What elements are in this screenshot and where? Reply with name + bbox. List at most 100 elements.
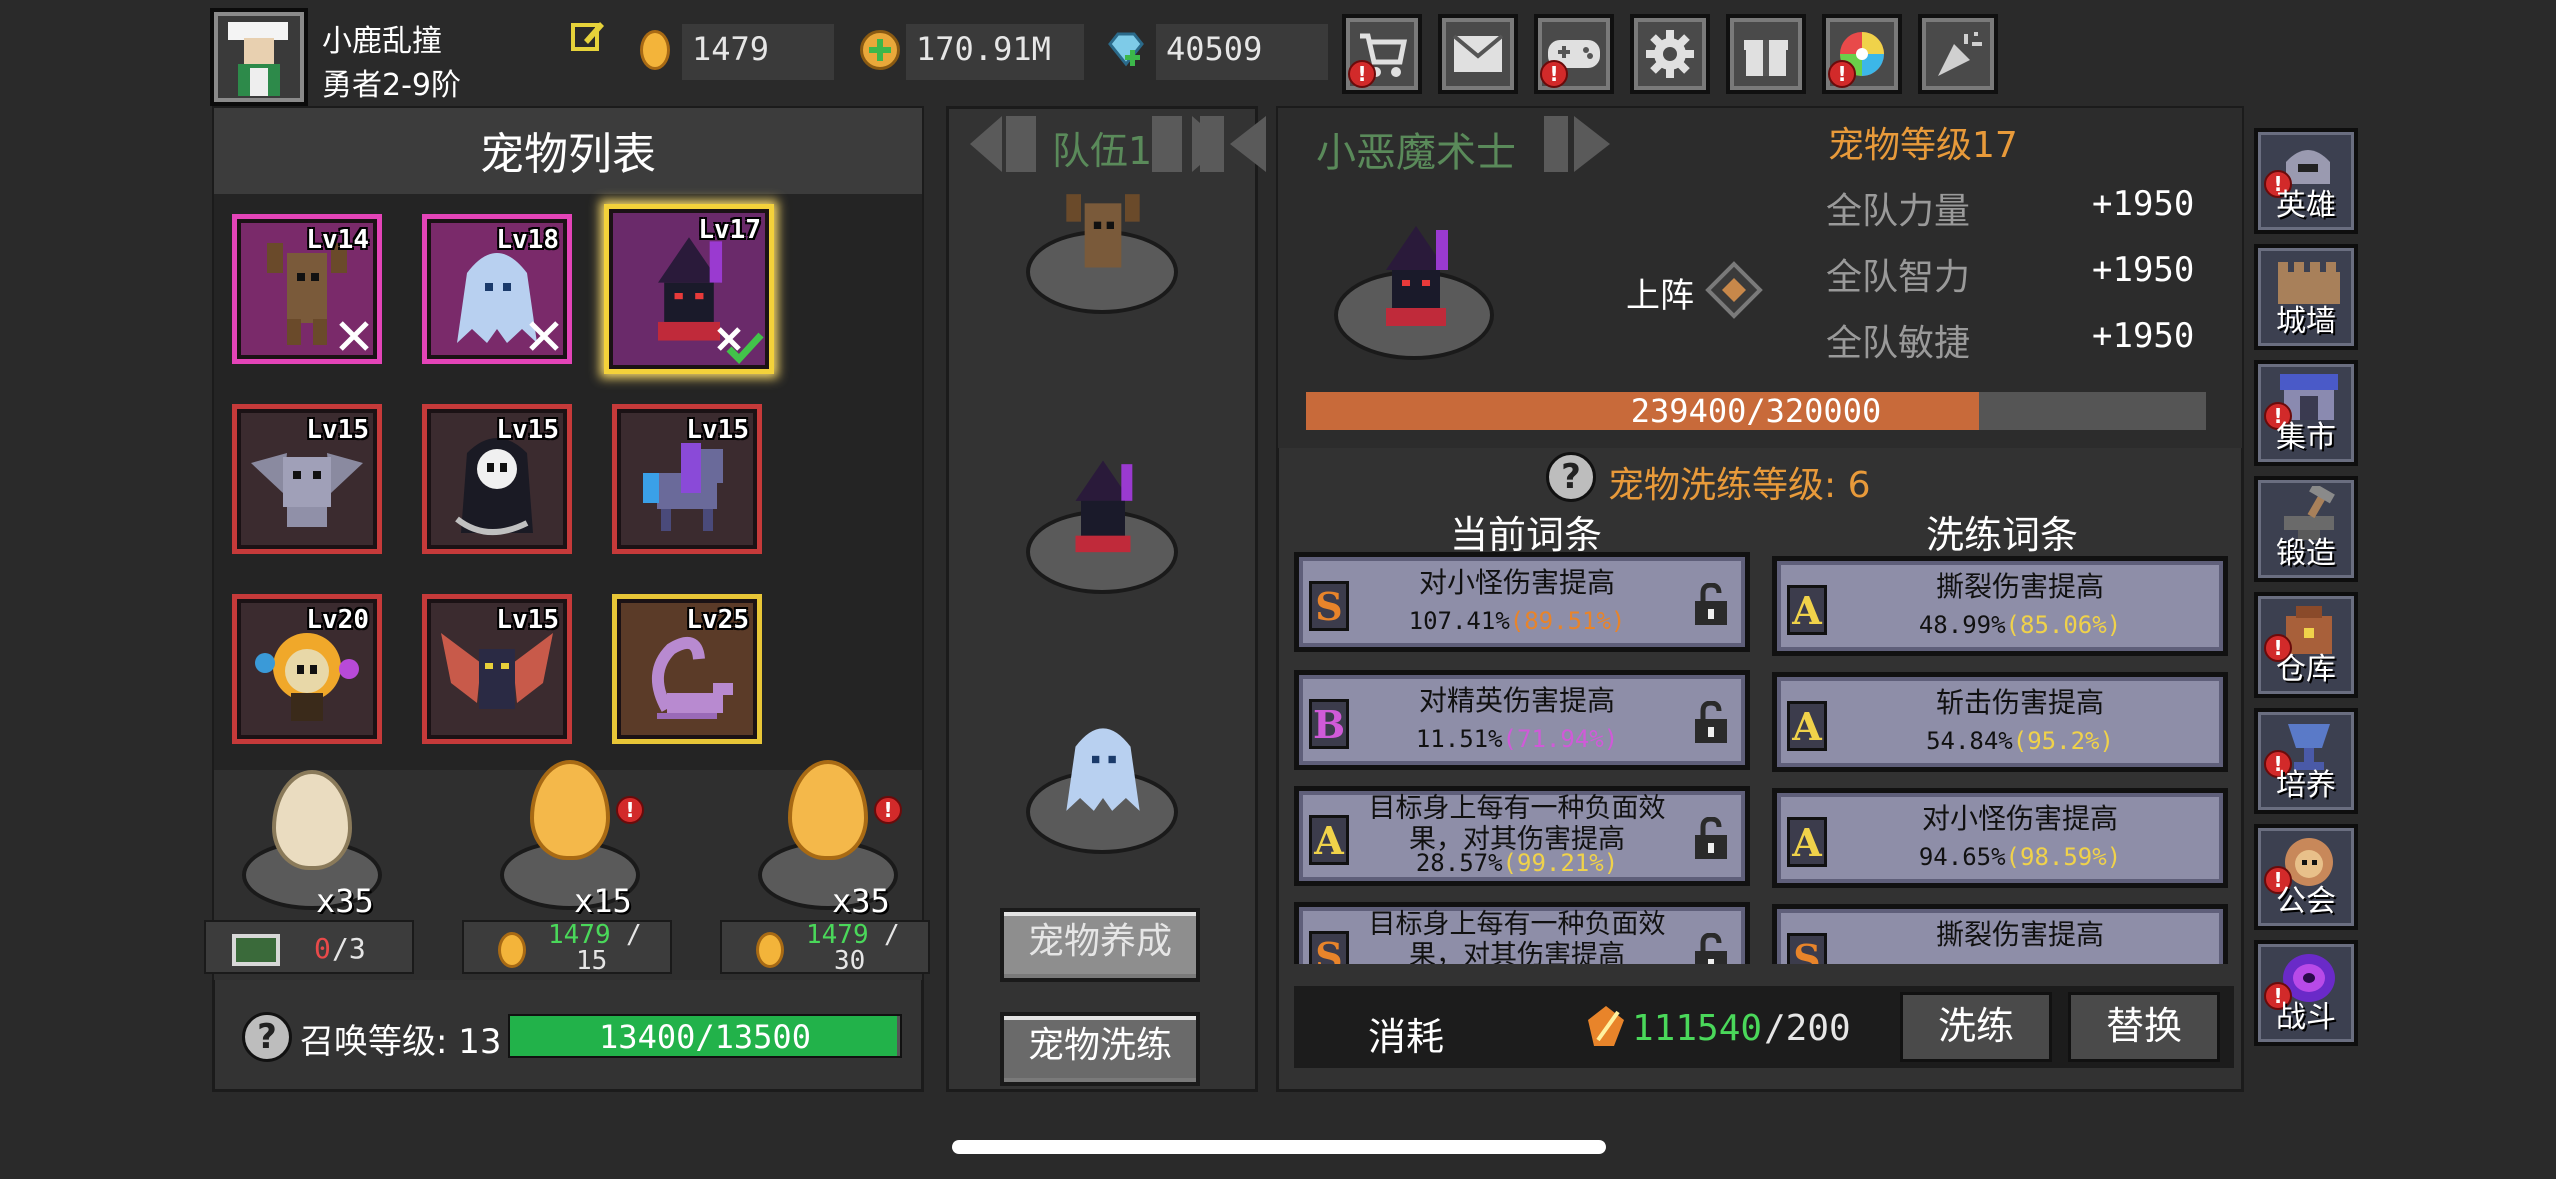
player-name: 小鹿乱撞 bbox=[322, 24, 442, 59]
gem-plus-icon[interactable] bbox=[1104, 32, 1148, 68]
egg-pedestal-2[interactable]: ! x15 bbox=[490, 760, 650, 920]
deploy-label: 上阵 bbox=[1626, 276, 1694, 316]
deploy-toggle[interactable] bbox=[1704, 260, 1764, 320]
current-affix-row[interactable]: S 目标身上每有一种负面效果，对其伤害提高 bbox=[1294, 902, 1750, 964]
current-affix-row[interactable]: B 对精英伤害提高 11.51%(71.94%) bbox=[1294, 670, 1750, 770]
team-slot-2[interactable] bbox=[1018, 450, 1186, 600]
equipped-check-icon bbox=[717, 327, 764, 365]
pet-slot[interactable]: Lv15 bbox=[422, 594, 572, 744]
plain-egg-icon bbox=[272, 770, 352, 870]
home-indicator[interactable] bbox=[952, 1140, 1606, 1154]
affix-value: 28.57%(99.21%) bbox=[1359, 849, 1675, 877]
team-slot-3[interactable] bbox=[1018, 700, 1186, 860]
pet-next-arrow[interactable] bbox=[1540, 112, 1620, 176]
mail-icon[interactable] bbox=[1438, 14, 1518, 94]
affix-current-value: 11.51% bbox=[1415, 725, 1503, 753]
current-affix-row[interactable]: A 目标身上每有一种负面效果，对其伤害提高 28.57%(99.21%) bbox=[1294, 786, 1750, 886]
refine-button[interactable]: 洗练 bbox=[1900, 992, 2052, 1062]
egg-cost-need: 30 bbox=[834, 946, 866, 976]
menu-wall-button[interactable]: 城墙 bbox=[2254, 244, 2358, 350]
refine-affix-row[interactable]: A 斩击伤害提高 54.84%(95.2%) bbox=[1772, 672, 2228, 772]
unlock-icon[interactable] bbox=[1691, 583, 1731, 627]
settings-gear-icon[interactable] bbox=[1630, 14, 1710, 94]
pet-slot[interactable]: Lv15 bbox=[232, 404, 382, 554]
affix-scroll-area[interactable]: S 对小怪伤害提高 107.41%(89.51%) B 对精英伤害提高 11.5… bbox=[1294, 552, 2234, 964]
cart-icon[interactable]: ! bbox=[1342, 14, 1422, 94]
affix-name: 目标身上每有一种负面效果，对其伤害提高 bbox=[1368, 909, 1666, 964]
gamepad-icon[interactable]: ! bbox=[1534, 14, 1614, 94]
affix-name: 对小怪伤害提高 bbox=[1921, 802, 2118, 835]
summon-progress-bar: 13400/13500 bbox=[508, 1014, 902, 1058]
edit-icon[interactable] bbox=[570, 18, 606, 54]
unlock-icon[interactable] bbox=[1691, 817, 1731, 861]
gem-value: 40509 bbox=[1156, 24, 1328, 80]
stat-label: 全队智力 bbox=[1826, 257, 1971, 298]
menu-label: 公会 bbox=[2276, 884, 2336, 919]
color-wheel-icon[interactable]: ! bbox=[1822, 14, 1902, 94]
replace-button[interactable]: 替换 bbox=[2068, 992, 2220, 1062]
pet-refine-tab-button[interactable]: 宠物洗练 bbox=[1000, 1012, 1200, 1086]
player-avatar[interactable] bbox=[210, 8, 308, 106]
current-affix-header: 当前词条 bbox=[1449, 513, 1602, 557]
color-wheel-alert-badge: ! bbox=[1828, 60, 1856, 88]
affix-current-value: 94.65% bbox=[1918, 843, 2006, 871]
gift-icon[interactable] bbox=[1726, 14, 1806, 94]
pet-portrait bbox=[1330, 200, 1500, 370]
pet-slot-selected[interactable]: Lv17 bbox=[604, 204, 774, 374]
pet-slot[interactable]: Lv14 bbox=[232, 214, 382, 364]
pet-prev-arrow[interactable] bbox=[1190, 112, 1280, 176]
egg-alert-badge: ! bbox=[874, 796, 902, 824]
gamepad-alert-badge: ! bbox=[1540, 60, 1568, 88]
menu-guild-button[interactable]: ! 公会 bbox=[2254, 824, 2358, 930]
affix-value: 11.51%(71.94%) bbox=[1359, 725, 1675, 753]
refine-level-label: 宠物洗练等级: 6 bbox=[1608, 465, 1871, 506]
menu-storage-button[interactable]: ! 仓库 bbox=[2254, 592, 2358, 698]
cost-need: /200 bbox=[1764, 1008, 1851, 1049]
menu-training-button[interactable]: ! 培养 bbox=[2254, 708, 2358, 814]
menu-label: 战斗 bbox=[2276, 1000, 2336, 1035]
party-popper-icon[interactable] bbox=[1918, 14, 1998, 94]
unlock-icon[interactable] bbox=[1691, 933, 1731, 964]
wizard-avatar-icon bbox=[228, 22, 288, 96]
team-prev-arrow[interactable] bbox=[966, 112, 1046, 176]
pet-raise-button[interactable]: 宠物养成 bbox=[1000, 908, 1200, 982]
menu-forge-button[interactable]: 锻造 bbox=[2254, 476, 2358, 582]
refine-affix-row[interactable]: S 撕裂伤害提高 bbox=[1772, 904, 2228, 964]
grade-badge: S bbox=[1309, 931, 1349, 964]
refine-affix-row[interactable]: A 对小怪伤害提高 94.65%(98.59%) bbox=[1772, 788, 2228, 888]
menu-battle-button[interactable]: ! 战斗 bbox=[2254, 940, 2358, 1046]
coin-plus-icon[interactable] bbox=[860, 30, 900, 70]
pet-slot[interactable]: Lv20 bbox=[232, 594, 382, 744]
menu-market-button[interactable]: ! 集市 bbox=[2254, 360, 2358, 466]
affix-current-value: 28.57% bbox=[1415, 849, 1503, 877]
crossed-swords-icon bbox=[529, 321, 559, 351]
stat-value: +1950 bbox=[2092, 316, 2195, 356]
pet-name: 小恶魔术士 bbox=[1316, 130, 1516, 176]
help-icon[interactable]: ? bbox=[242, 1012, 292, 1062]
affix-value: 48.99%(85.06%) bbox=[1837, 611, 2203, 639]
menu-label: 英雄 bbox=[2276, 188, 2336, 223]
refine-affix-row[interactable]: A 撕裂伤害提高 48.99%(85.06%) bbox=[1772, 556, 2228, 656]
egg-cost-3[interactable]: 1479 / 30 bbox=[720, 920, 930, 976]
egg-cost-1[interactable]: 0 /3 bbox=[204, 920, 414, 974]
current-affix-row[interactable]: S 对小怪伤害提高 107.41%(89.51%) bbox=[1294, 552, 1750, 652]
unlock-icon[interactable] bbox=[1691, 701, 1731, 745]
imp-wizard-pet-icon bbox=[1075, 460, 1133, 553]
grade-badge: S bbox=[1787, 933, 1827, 964]
egg-cost-2[interactable]: 1479 / 15 bbox=[462, 920, 672, 976]
affix-value: 54.84%(95.2%) bbox=[1837, 727, 2203, 755]
pet-slot[interactable]: Lv15 bbox=[422, 404, 572, 554]
menu-hero-button[interactable]: ! 英雄 bbox=[2254, 128, 2358, 234]
grade-badge: S bbox=[1309, 581, 1349, 631]
team-slot-1[interactable] bbox=[1018, 190, 1186, 320]
exp-text: 239400/320000 bbox=[1630, 392, 1882, 430]
egg-pedestal-3[interactable]: ! x35 bbox=[748, 760, 908, 920]
pet-slot[interactable]: Lv15 bbox=[612, 404, 762, 554]
cost-label: 消耗 bbox=[1368, 1015, 1445, 1059]
pet-slot[interactable]: Lv25 bbox=[612, 594, 762, 744]
pet-slot[interactable]: Lv18 bbox=[422, 214, 572, 364]
refine-help-icon[interactable]: ? bbox=[1546, 452, 1596, 502]
menu-label: 仓库 bbox=[2276, 652, 2336, 687]
pet-level: Lv25 bbox=[686, 605, 749, 635]
egg-pedestal-1[interactable]: x35 bbox=[232, 760, 392, 920]
